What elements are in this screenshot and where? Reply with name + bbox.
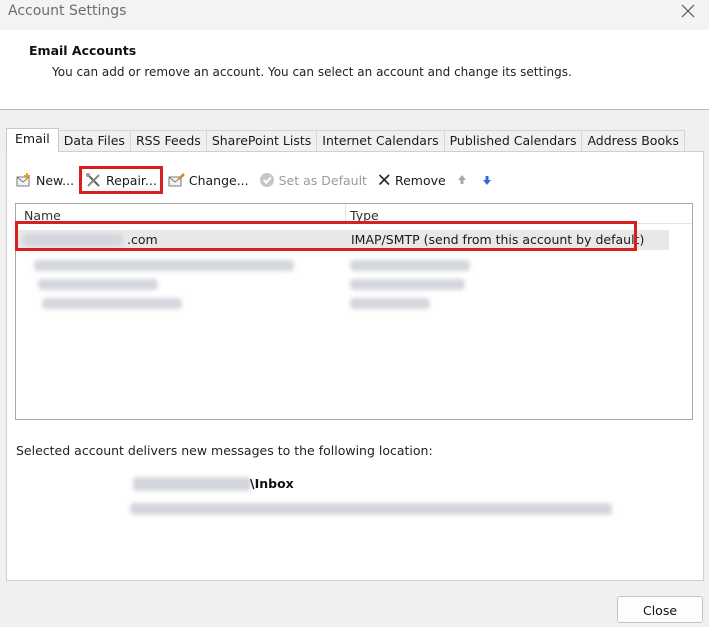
row-highlight-annotation: [15, 221, 637, 251]
redacted-account-row: [38, 279, 158, 290]
redacted-account-row: [350, 260, 470, 271]
change-account-icon: [168, 173, 185, 187]
tab-internet-calendars[interactable]: Internet Calendars: [316, 130, 445, 152]
page-subtitle: You can add or remove an account. You ca…: [52, 65, 572, 79]
change-button[interactable]: Change...: [165, 168, 252, 192]
redacted-account-row: [350, 279, 465, 290]
remove-button-label: Remove: [394, 172, 446, 188]
arrow-up-icon: [457, 175, 466, 184]
delivery-location-label: Selected account delivers new messages t…: [16, 443, 433, 458]
account-toolbar: New... Repair... Change... Set as Defaul…: [12, 166, 503, 194]
tab-address-books[interactable]: Address Books: [581, 130, 685, 152]
tab-sharepoint-lists[interactable]: SharePoint Lists: [205, 130, 318, 152]
set-as-default-label: Set as Default: [278, 172, 367, 188]
new-button[interactable]: New...: [12, 168, 77, 192]
change-button-label: Change...: [188, 172, 249, 188]
repair-button[interactable]: Repair...: [79, 166, 163, 194]
close-icon[interactable]: [679, 2, 697, 20]
tab-bar: Email Data Files RSS Feeds SharePoint Li…: [6, 128, 685, 152]
tab-published-calendars[interactable]: Published Calendars: [443, 130, 583, 152]
title-bar: Account Settings: [0, 0, 709, 30]
redacted-account-row: [34, 260, 294, 271]
set-as-default-button[interactable]: Set as Default: [256, 168, 370, 192]
remove-button[interactable]: Remove: [374, 168, 449, 192]
redacted-mailbox-name: [133, 477, 251, 491]
redacted-account-row: [350, 298, 430, 309]
move-up-button[interactable]: [453, 168, 474, 192]
checkmark-icon: [259, 173, 274, 187]
tab-email[interactable]: Email: [6, 128, 59, 152]
tab-data-files[interactable]: Data Files: [57, 130, 131, 152]
repair-button-label: Repair...: [106, 172, 157, 188]
close-button[interactable]: Close: [617, 596, 703, 623]
remove-x-icon: [378, 174, 390, 186]
delivery-folder: \Inbox: [250, 476, 294, 491]
repair-tools-icon: [86, 173, 100, 187]
new-account-icon: [16, 173, 30, 187]
window-title: Account Settings: [8, 3, 127, 19]
move-down-button[interactable]: [478, 168, 499, 192]
new-button-label: New...: [36, 172, 75, 188]
arrow-down-icon: [482, 176, 491, 185]
redacted-account-row: [42, 298, 182, 309]
tab-rss-feeds[interactable]: RSS Feeds: [129, 130, 207, 152]
dialog-header: Email Accounts You can add or remove an …: [0, 30, 709, 110]
redacted-data-file-path: [130, 503, 612, 515]
page-title: Email Accounts: [29, 43, 137, 58]
